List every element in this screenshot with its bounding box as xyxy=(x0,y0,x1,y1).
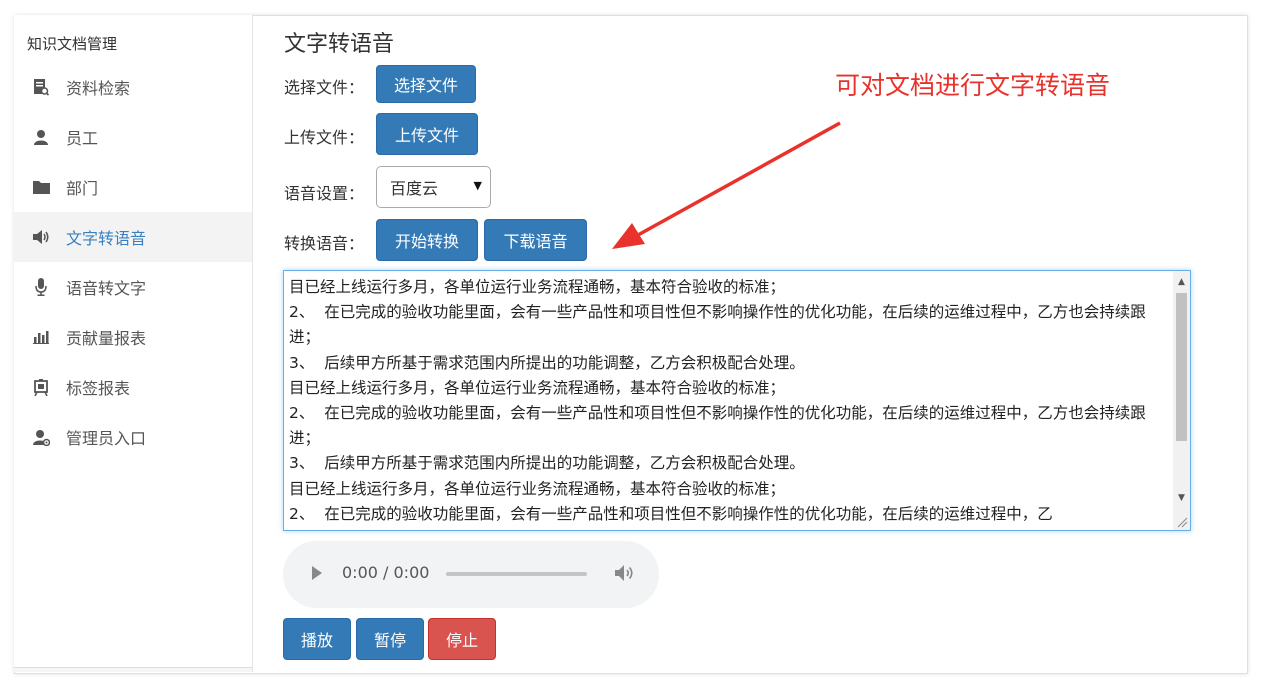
sidebar-item-document-search[interactable]: 资料检索 xyxy=(14,62,252,112)
dropdown-arrow-icon: ▼ xyxy=(473,179,482,192)
sidebar-item-contribution-report[interactable]: 贡献量报表 xyxy=(14,312,252,362)
voice-engine-select[interactable]: 百度云 ▼ xyxy=(376,166,491,208)
sidebar-item-label: 贡献量报表 xyxy=(66,329,147,348)
page-title: 文字转语音 xyxy=(284,32,395,57)
sidebar-item-admin-entry[interactable]: 管理员入口 xyxy=(14,412,252,462)
audio-progress-track[interactable] xyxy=(446,572,587,576)
sidebar-item-tag-report[interactable]: 标签报表 xyxy=(14,362,252,412)
sidebar: 知识文档管理 资料检索 员工 部门 文字转语音 语音转文字 贡献量报表 标签报表… xyxy=(14,15,253,672)
sidebar-item-label: 文字转语音 xyxy=(66,229,147,248)
choose-file-label: 选择文件： xyxy=(284,78,365,97)
scroll-up-arrow-icon[interactable]: ▲ xyxy=(1173,273,1190,290)
microphone-icon xyxy=(32,278,50,296)
sidebar-item-label: 部门 xyxy=(66,179,99,198)
volume-icon[interactable] xyxy=(614,563,636,583)
sidebar-scrollbar[interactable] xyxy=(14,667,252,672)
volume-icon xyxy=(32,228,50,246)
sidebar-item-label: 资料检索 xyxy=(66,79,131,98)
sidebar-item-departments[interactable]: 部门 xyxy=(14,162,252,212)
voice-settings-label: 语音设置： xyxy=(284,184,365,203)
play-icon[interactable] xyxy=(310,565,324,581)
upload-file-label: 上传文件： xyxy=(284,128,365,147)
book-icon xyxy=(32,78,50,96)
play-button[interactable]: 播放 xyxy=(283,618,351,660)
text-content: 目已经上线运行多月，各单位运行业务流程通畅，基本符合验收的标准； 2、 在已完成… xyxy=(289,278,1146,523)
text-content-area[interactable]: 目已经上线运行多月，各单位运行业务流程通畅，基本符合验收的标准； 2、 在已完成… xyxy=(283,270,1191,531)
tag-report-icon xyxy=(32,378,50,396)
download-voice-button[interactable]: 下载语音 xyxy=(484,219,587,261)
upload-file-button[interactable]: 上传文件 xyxy=(376,113,478,155)
textarea-scrollbar[interactable]: ▲ ▼ xyxy=(1173,271,1190,530)
scroll-down-arrow-icon[interactable]: ▼ xyxy=(1173,489,1190,506)
resize-grip-icon[interactable] xyxy=(1176,516,1188,528)
annotation-callout: 可对文档进行文字转语音 xyxy=(835,71,1111,100)
sidebar-item-label: 员工 xyxy=(66,129,99,148)
user-icon xyxy=(32,128,50,146)
sidebar-item-label: 语音转文字 xyxy=(66,279,147,298)
sidebar-item-label: 标签报表 xyxy=(66,379,131,398)
pause-button[interactable]: 暂停 xyxy=(356,618,424,660)
audio-player[interactable]: 0:00 / 0:00 xyxy=(283,541,659,608)
voice-engine-selected-value: 百度云 xyxy=(390,179,439,198)
scroll-thumb[interactable] xyxy=(1176,293,1187,441)
stop-button[interactable]: 停止 xyxy=(428,618,496,660)
audio-time: 0:00 / 0:00 xyxy=(342,563,430,582)
sidebar-item-label: 管理员入口 xyxy=(66,429,147,448)
folder-icon xyxy=(32,178,50,196)
choose-file-button[interactable]: 选择文件 xyxy=(376,65,476,103)
sidebar-item-speech-to-text[interactable]: 语音转文字 xyxy=(14,262,252,312)
admin-icon xyxy=(32,428,50,446)
sidebar-title: 知识文档管理 xyxy=(27,35,118,53)
start-convert-button[interactable]: 开始转换 xyxy=(376,219,478,261)
sidebar-item-employees[interactable]: 员工 xyxy=(14,112,252,162)
bar-chart-icon xyxy=(32,328,50,346)
convert-voice-label: 转换语音： xyxy=(284,234,365,253)
sidebar-item-text-to-speech[interactable]: 文字转语音 xyxy=(14,212,252,262)
